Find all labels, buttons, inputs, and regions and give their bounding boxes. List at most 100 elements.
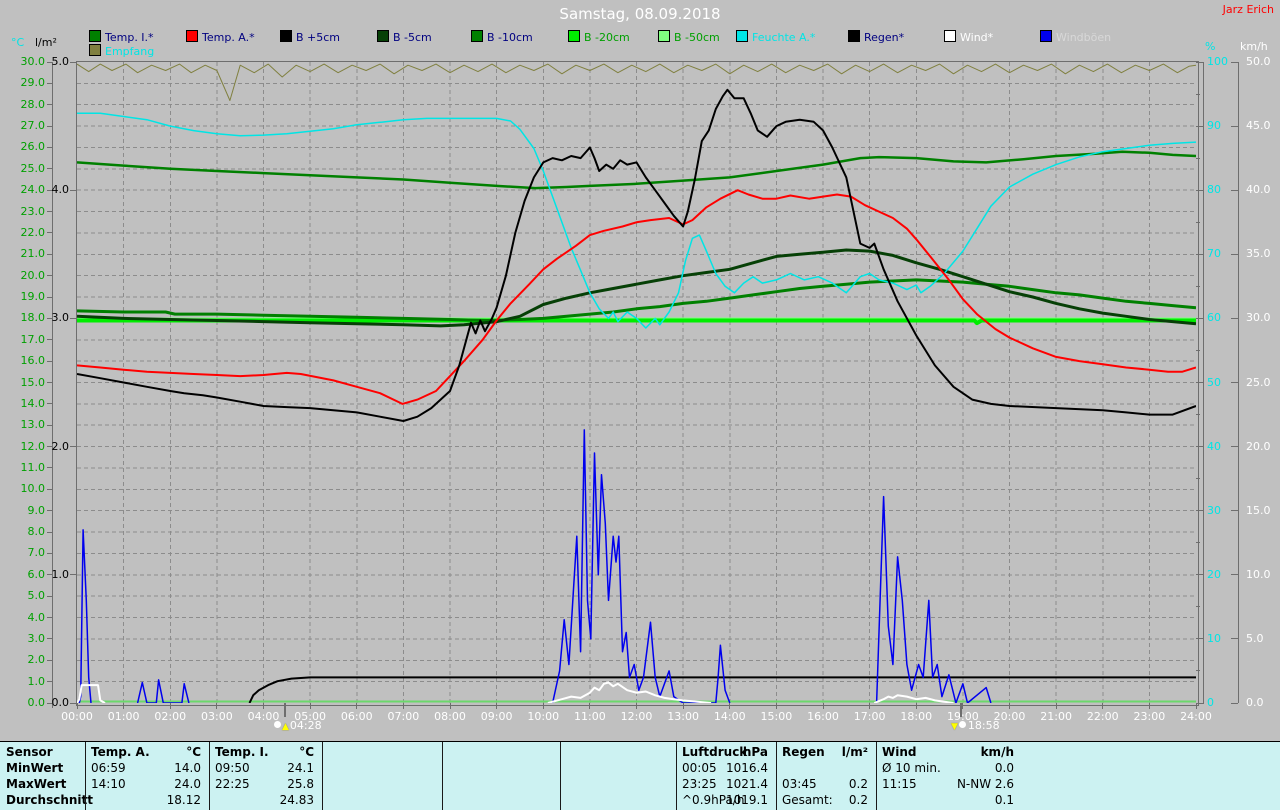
time-tick bbox=[356, 703, 357, 709]
celsius-tick-label: 10.0 bbox=[9, 483, 45, 495]
windspeed-tick-label: 25.0 bbox=[1246, 377, 1278, 389]
celsius-tick-label: 1.0 bbox=[9, 676, 45, 688]
wind-series bbox=[548, 683, 711, 704]
windspeed-tick bbox=[1231, 126, 1238, 127]
time-tick-label: 08:00 bbox=[430, 711, 470, 723]
windspeed-tick bbox=[1231, 190, 1238, 191]
celsius-tick bbox=[47, 660, 53, 661]
windspeed-tick bbox=[1231, 254, 1238, 255]
windspeed-tick-label: 50.0 bbox=[1246, 56, 1278, 68]
celsius-tick bbox=[47, 361, 53, 362]
table-row-label: MinWert bbox=[6, 761, 63, 775]
time-tick-label: 03:00 bbox=[197, 711, 237, 723]
chart-plot-area bbox=[77, 62, 1196, 703]
celsius-tick bbox=[47, 254, 53, 255]
rain-axis-tick bbox=[70, 446, 77, 447]
humidity-tick bbox=[1196, 318, 1204, 319]
time-tick-label: 16:00 bbox=[803, 711, 843, 723]
windboeen-series bbox=[877, 497, 991, 703]
celsius-tick bbox=[47, 617, 53, 618]
legend-item-temp-i: Temp. I.* bbox=[89, 30, 154, 42]
celsius-tick-label: 27.0 bbox=[9, 120, 45, 132]
time-tick bbox=[869, 703, 870, 709]
legend-label: Temp. A.* bbox=[202, 31, 255, 44]
legend-swatch-icon bbox=[658, 30, 670, 42]
humidity-tick bbox=[1196, 62, 1204, 63]
time-tick-label: 09:00 bbox=[477, 711, 517, 723]
legend-swatch-icon bbox=[1040, 30, 1052, 42]
windspeed-tick bbox=[1231, 446, 1238, 447]
table-cell-value: 24.0 bbox=[85, 777, 201, 791]
celsius-tick-label: 19.0 bbox=[9, 291, 45, 303]
time-tick-label: 01:00 bbox=[104, 711, 144, 723]
time-tick-label: 23:00 bbox=[1129, 711, 1169, 723]
celsius-tick-label: 20.0 bbox=[9, 270, 45, 282]
celsius-tick bbox=[47, 83, 53, 84]
table-column-unit: °C bbox=[209, 745, 314, 759]
celsius-tick-label: 8.0 bbox=[9, 526, 45, 538]
windspeed-tick bbox=[1231, 382, 1238, 383]
statistics-table: SensorMinWertMaxWertDurchschnittTemp. A.… bbox=[0, 741, 1280, 810]
time-tick-label: 19:00 bbox=[943, 711, 983, 723]
celsius-tick-label: 26.0 bbox=[9, 141, 45, 153]
celsius-tick-label: 2.0 bbox=[9, 654, 45, 666]
time-tick bbox=[1102, 703, 1103, 709]
sunrise-tick bbox=[284, 703, 286, 717]
time-tick bbox=[123, 703, 124, 709]
table-cell-value: 0.1 bbox=[876, 793, 1014, 807]
table-column-unit: °C bbox=[85, 745, 201, 759]
table-cell-value: N-NW 2.6 bbox=[876, 777, 1014, 791]
table-column-unit: km/h bbox=[876, 745, 1014, 759]
windspeed-tick bbox=[1231, 318, 1238, 319]
sunset-tick bbox=[960, 703, 962, 717]
time-tick-label: 15:00 bbox=[756, 711, 796, 723]
legend-label: B +5cm bbox=[296, 31, 340, 44]
legend-item-b-50cm: B -50cm bbox=[658, 30, 720, 42]
time-tick bbox=[216, 703, 217, 709]
table-row-label: MaxWert bbox=[6, 777, 66, 791]
legend-item-b-20cm: B -20cm bbox=[568, 30, 630, 42]
celsius-tick bbox=[47, 275, 53, 276]
rain-tick-label: 5.0 bbox=[33, 56, 69, 68]
humidity-tick bbox=[1196, 222, 1200, 223]
legend-item-regen: Regen* bbox=[848, 30, 904, 42]
windspeed-tick-label: 45.0 bbox=[1246, 120, 1278, 132]
windspeed-tick-label: 15.0 bbox=[1246, 505, 1278, 517]
humidity-tick bbox=[1196, 510, 1204, 511]
rain-axis-tick bbox=[70, 318, 77, 319]
table-column-unit: l/m² bbox=[776, 745, 868, 759]
page-title: Samstag, 08.09.2018 bbox=[0, 5, 1280, 23]
humidity-tick bbox=[1196, 158, 1200, 159]
legend-label: B -20cm bbox=[584, 31, 630, 44]
celsius-tick bbox=[47, 168, 53, 169]
celsius-tick bbox=[47, 297, 53, 298]
celsius-tick-label: 25.0 bbox=[9, 163, 45, 175]
humidity-tick bbox=[1196, 350, 1200, 351]
legend-label: B -50cm bbox=[674, 31, 720, 44]
time-tick-label: 07:00 bbox=[383, 711, 423, 723]
celsius-tick bbox=[47, 681, 53, 682]
windspeed-tick-label: 0.0 bbox=[1246, 697, 1278, 709]
legend-swatch-icon bbox=[377, 30, 389, 42]
legend-item-feuchte-a: Feuchte A.* bbox=[736, 30, 815, 42]
celsius-tick-label: 16.0 bbox=[9, 355, 45, 367]
unit-label-wind: km/h bbox=[1240, 40, 1268, 53]
sunset-arrow-icon: ▼ bbox=[951, 722, 958, 732]
legend-swatch-icon bbox=[848, 30, 860, 42]
legend-label: B -10cm bbox=[487, 31, 533, 44]
humidity-tick bbox=[1196, 670, 1200, 671]
humidity-tick bbox=[1196, 703, 1204, 704]
legend-label: Feuchte A.* bbox=[752, 31, 815, 44]
celsius-tick-label: 15.0 bbox=[9, 377, 45, 389]
time-tick bbox=[683, 703, 684, 709]
legend-swatch-icon bbox=[89, 30, 101, 42]
table-row-label: Sensor bbox=[6, 745, 53, 759]
celsius-tick bbox=[47, 638, 53, 639]
celsius-axis-line bbox=[52, 62, 53, 708]
legend-label: Wind* bbox=[960, 31, 993, 44]
celsius-tick-label: 21.0 bbox=[9, 248, 45, 260]
celsius-tick-label: 4.0 bbox=[9, 612, 45, 624]
celsius-tick-label: 14.0 bbox=[9, 398, 45, 410]
time-tick bbox=[310, 703, 311, 709]
time-tick-label: 12:00 bbox=[617, 711, 657, 723]
